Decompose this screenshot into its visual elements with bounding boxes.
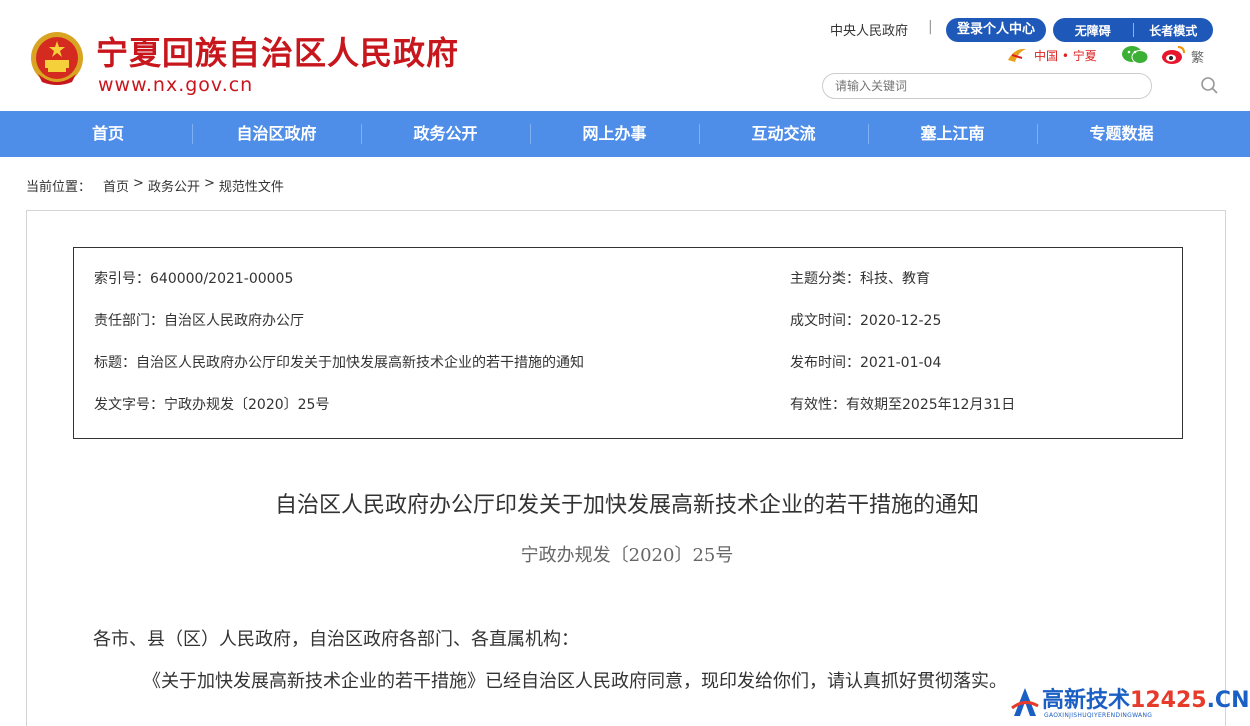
search-input[interactable]: [822, 73, 1152, 99]
social-links: 中国 • 宁夏: [1006, 44, 1187, 66]
document-metadata-box: 索引号：640000/2021-00005 主题分类：科技、教育 责任部门：自治…: [73, 247, 1183, 439]
meta-validity: 有效性：有效期至2025年12月31日: [790, 397, 1016, 413]
nav-region-government[interactable]: 自治区政府: [192, 111, 361, 157]
weibo-icon[interactable]: [1161, 44, 1187, 66]
watermark: 高新技术12425.CN GAOXINJISHUQIYERENDINGWANG: [1010, 680, 1250, 726]
meta-category: 主题分类：科技、教育: [790, 271, 930, 287]
traditional-chinese-toggle[interactable]: 繁: [1191, 47, 1204, 66]
site-header: 宁夏回族自治区人民政府 www.nx.gov.cn 中央人民政府 | 登录个人中…: [0, 0, 1250, 111]
meta-doc-no: 发文字号：宁政办规发〔2020〕25号: [94, 397, 330, 413]
document-content: 索引号：640000/2021-00005 主题分类：科技、教育 责任部门：自治…: [26, 210, 1226, 726]
watermark-subtext: GAOXINJISHUQIYERENDINGWANG: [1044, 712, 1153, 719]
document-number: 宁政办规发〔2020〕25号: [520, 545, 734, 566]
breadcrumb: 当前位置： 首页 > 政务公开 > 规范性文件: [26, 176, 284, 195]
breadcrumb-separator: >: [133, 176, 144, 191]
meta-index-no: 索引号：640000/2021-00005: [94, 271, 294, 287]
breadcrumb-label: 当前位置：: [26, 180, 92, 195]
nav-interaction[interactable]: 互动交流: [699, 111, 868, 157]
breadcrumb-government-affairs[interactable]: 政务公开: [148, 176, 200, 195]
breadcrumb-separator: >: [203, 176, 215, 191]
breadcrumb-normative-docs[interactable]: 规范性文件: [219, 176, 284, 195]
meta-written-date: 成文时间：2020-12-25: [790, 313, 942, 329]
site-title[interactable]: 宁夏回族自治区人民政府: [96, 28, 459, 74]
central-government-link[interactable]: 中央人民政府: [830, 20, 908, 39]
document-paragraph: 各市、县（区）人民政府，自治区政府各部门、各直属机构：: [93, 629, 579, 650]
wechat-icon[interactable]: [1121, 45, 1149, 65]
china-ningxia-link[interactable]: 中国 • 宁夏: [1034, 47, 1097, 64]
meta-department: 责任部门：自治区人民政府办公厅: [94, 313, 304, 329]
top-separator: |: [928, 19, 933, 35]
accessibility-buttons: 无障碍 长者模式: [1053, 18, 1213, 42]
breadcrumb-home[interactable]: 首页: [103, 176, 129, 195]
china-ningxia-logo-icon: [1008, 48, 1026, 62]
watermark-suffix: .CN: [1206, 688, 1250, 713]
meta-publish-date: 发布时间：2021-01-04: [790, 355, 942, 371]
watermark-text: 高新技术12425.CN: [1042, 682, 1249, 714]
nav-home[interactable]: 首页: [26, 111, 192, 157]
search-icon[interactable]: [1200, 76, 1220, 96]
login-button[interactable]: 登录个人中心: [946, 18, 1046, 42]
main-nav: 首页 自治区政府 政务公开 网上办事 互动交流 塞上江南 专题数据: [0, 111, 1250, 157]
nav-saishang-jiangnan[interactable]: 塞上江南: [868, 111, 1037, 157]
document-paragraph: 《关于加快发展高新技术企业的若干措施》已经自治区人民政府同意，现印发给你们，请认…: [143, 671, 1007, 692]
nav-special-data[interactable]: 专题数据: [1037, 111, 1206, 157]
document-title: 自治区人民政府办公厅印发关于加快发展高新技术企业的若干措施的通知: [274, 493, 979, 518]
nav-online-services[interactable]: 网上办事: [530, 111, 699, 157]
watermark-number: 12425: [1130, 688, 1207, 713]
watermark-main-text: 高新技术: [1042, 688, 1131, 713]
nav-government-affairs[interactable]: 政务公开: [361, 111, 530, 157]
site-url[interactable]: www.nx.gov.cn: [98, 74, 253, 96]
accessible-button[interactable]: 无障碍: [1053, 22, 1133, 39]
watermark-logo-icon: [1011, 688, 1039, 716]
national-emblem-icon: [31, 32, 83, 85]
meta-title: 标题：自治区人民政府办公厅印发关于加快发展高新技术企业的若干措施的通知: [94, 355, 584, 371]
elder-mode-button[interactable]: 长者模式: [1134, 22, 1214, 39]
